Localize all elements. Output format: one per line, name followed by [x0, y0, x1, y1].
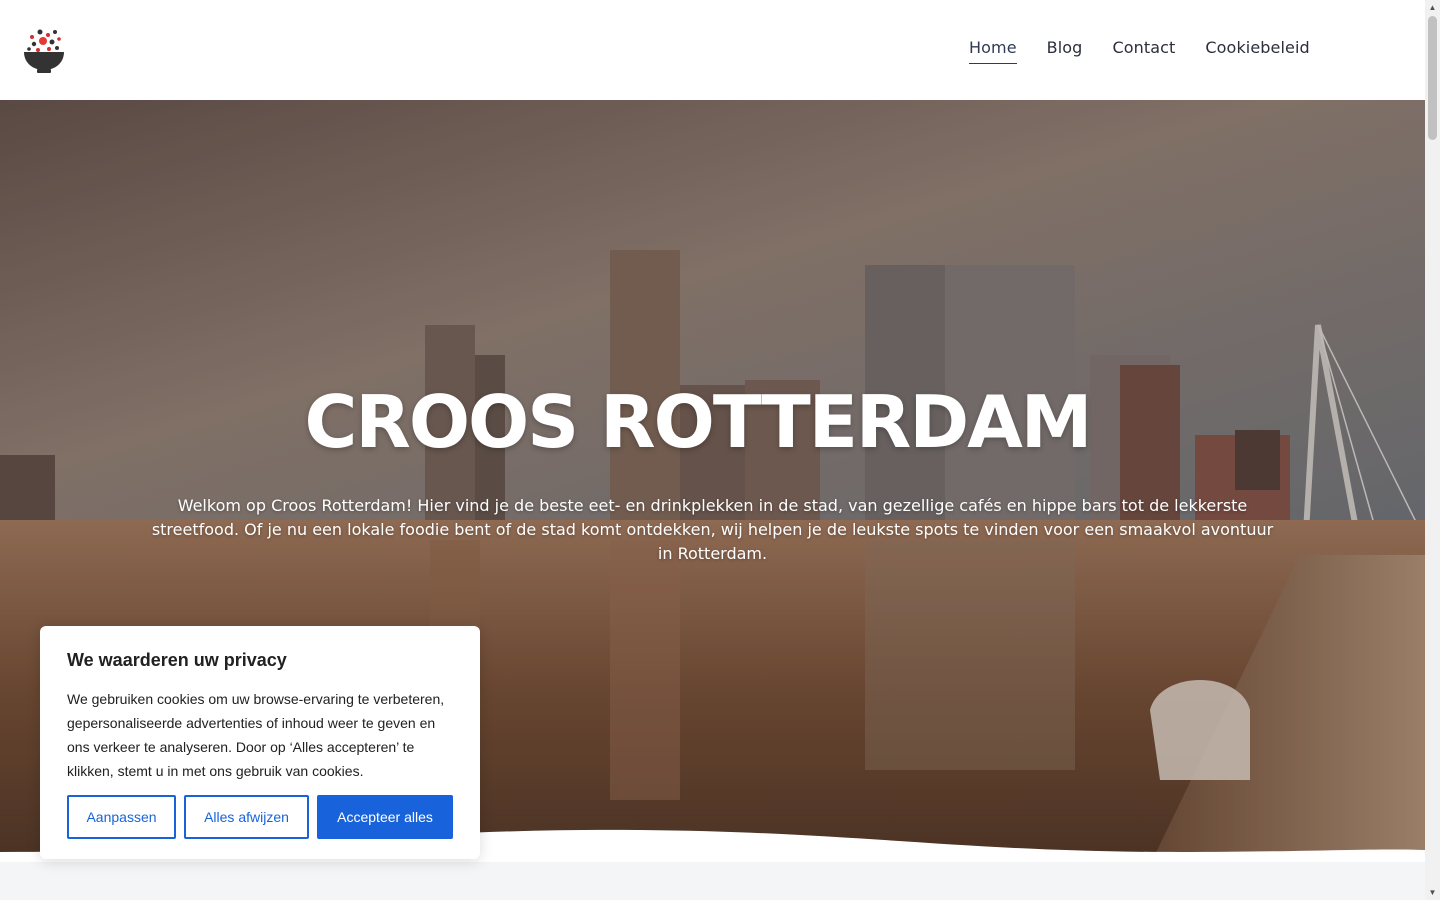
main-nav: Home Blog Contact Cookiebeleid	[969, 38, 1310, 64]
nav-cookiebeleid[interactable]: Cookiebeleid	[1205, 38, 1309, 64]
page-scrollbar[interactable]: ▲ ▼	[1425, 0, 1440, 900]
next-section-strip	[0, 862, 1425, 900]
cookie-banner-title: We waarderen uw privacy	[67, 650, 287, 670]
bowl-logo-icon[interactable]	[22, 25, 66, 75]
hero-title: CROOS ROTTERDAM	[304, 380, 1093, 464]
accept-all-cookies-button[interactable]: Accepteer alles	[317, 795, 453, 839]
nav-blog[interactable]: Blog	[1047, 38, 1083, 64]
reject-all-cookies-button[interactable]: Alles afwijzen	[184, 795, 309, 839]
hero-intro-text: Welkom op Croos Rotterdam! Hier vind je …	[151, 496, 1274, 563]
nav-home[interactable]: Home	[969, 38, 1017, 64]
scroll-down-arrow-icon[interactable]: ▼	[1428, 888, 1437, 897]
scroll-up-arrow-icon[interactable]: ▲	[1428, 3, 1437, 12]
cookie-banner-actions: Aanpassen Alles afwijzen Accepteer alles	[67, 795, 453, 839]
site-header: Home Blog Contact Cookiebeleid	[0, 0, 1425, 100]
nav-contact[interactable]: Contact	[1112, 38, 1175, 64]
cookie-banner-text: We gebruiken cookies om uw browse-ervari…	[67, 691, 445, 779]
customize-cookies-button[interactable]: Aanpassen	[67, 795, 176, 839]
cookie-consent-banner: We waarderen uw privacy We gebruiken coo…	[40, 626, 480, 859]
scroll-thumb[interactable]	[1428, 16, 1437, 140]
